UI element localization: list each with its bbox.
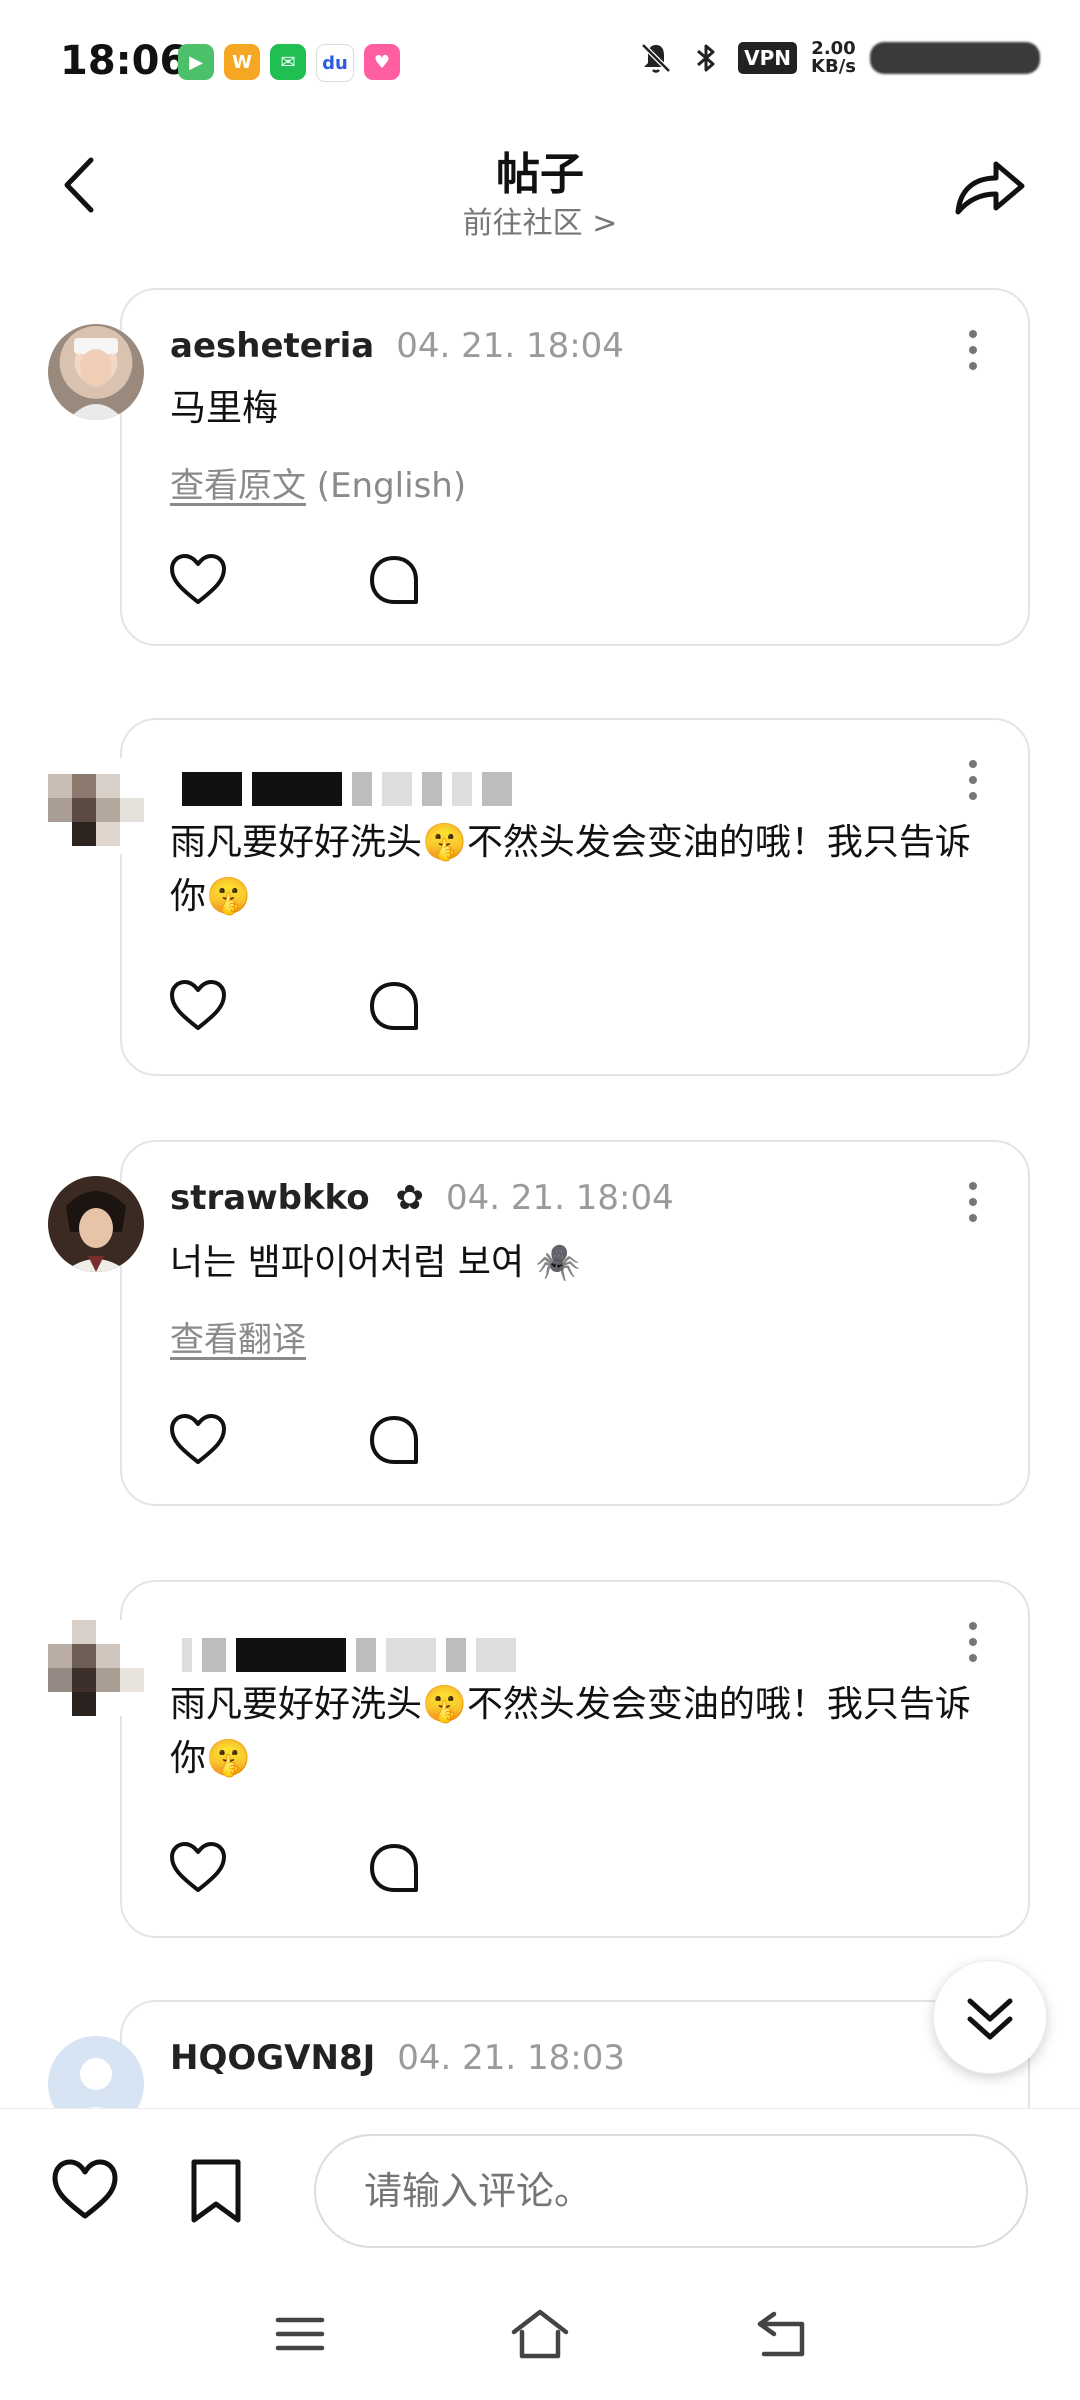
vertical-dots-icon <box>969 1182 977 1222</box>
comment-card: aesheteria 04. 21. 18:04 马里梅 查看原文 (Englis… <box>120 288 1030 646</box>
comment-card: strawbkko ✿ 04. 21. 18:04 너는 뱀파이어처럼 보여 🕷️… <box>120 1140 1030 1506</box>
baidu-icon: du <box>316 44 354 82</box>
comment-text: 马里梅 <box>170 388 279 429</box>
comment-user[interactable]: strawbkko ✿ 04. 21. 18:04 <box>170 1178 674 1218</box>
net-speed: 2.00 KB/s <box>811 40 856 76</box>
status-time: 18:06 <box>60 38 188 84</box>
comment-time: 04. 21. 18:03 <box>397 2038 625 2078</box>
community-link[interactable]: 前往社区 > <box>0 198 1080 242</box>
redacted-status-area <box>870 42 1040 74</box>
scroll-to-bottom-button[interactable] <box>933 1960 1047 2074</box>
comment-card: 雨凡要好好洗头🤫不然头发会变油的哦！我只告诉你🤫 <box>120 718 1030 1076</box>
page-title: 帖子 <box>496 149 584 200</box>
back-nav-button[interactable] <box>752 2306 812 2362</box>
comment-user[interactable]: aesheteria 04. 21. 18:04 <box>170 326 624 366</box>
translate-toggle[interactable]: 查看原文 (English) <box>170 458 466 507</box>
bluetooth-icon <box>688 40 724 76</box>
original-language: (English) <box>306 466 467 506</box>
video-app-icon: ▶ <box>178 44 214 80</box>
speech-bubble-icon <box>370 1844 418 1892</box>
comment-username[interactable]: HQOGVN8J <box>170 2038 375 2078</box>
comment-time: 04. 21. 18:04 <box>445 1178 674 1218</box>
more-options-button[interactable] <box>958 1618 988 1668</box>
translate-toggle[interactable]: 查看翻译 <box>170 1312 306 1361</box>
pink-app-icon: ♥ <box>364 44 400 80</box>
reply-button[interactable] <box>366 552 422 608</box>
like-button[interactable] <box>168 1412 228 1468</box>
speech-bubble-icon <box>370 556 418 604</box>
comment-user[interactable]: HQOGVN8J 04. 21. 18:03 <box>170 2038 625 2078</box>
menu-icon <box>275 2317 325 2351</box>
like-button[interactable] <box>168 978 228 1034</box>
more-options-button[interactable] <box>958 326 988 376</box>
comment-input[interactable] <box>314 2134 1028 2248</box>
status-bar: 18:06 ▶ W ✉ du ♥ VPN 2.00 KB/s <box>0 0 1080 120</box>
comment-item: HQOGVN8J 04. 21. 18:03 <box>0 2000 1080 2108</box>
avatar[interactable] <box>48 1176 144 1272</box>
pixelated-avatar <box>48 1620 144 1716</box>
comment-card: 雨凡要好好洗头🤫不然头发会变油的哦！我只告诉你🤫 <box>120 1580 1030 1938</box>
vertical-dots-icon <box>969 1622 977 1662</box>
weibo-icon: W <box>224 44 260 80</box>
comment-card: HQOGVN8J 04. 21. 18:03 <box>120 2000 1030 2108</box>
heart-icon <box>170 1414 226 1464</box>
comment-username[interactable]: strawbkko <box>170 1178 370 1218</box>
redacted-username <box>182 772 512 806</box>
view-translation-link[interactable]: 查看翻译 <box>170 1320 306 1360</box>
pixelated-avatar <box>48 774 144 846</box>
like-post-button[interactable] <box>50 2158 120 2222</box>
comment-item: 雨凡要好好洗头🤫不然头发会变油的哦！我只告诉你🤫 <box>0 1580 1080 1940</box>
redacted-username <box>182 1638 516 1672</box>
reply-button[interactable] <box>366 1412 422 1468</box>
more-options-button[interactable] <box>958 756 988 806</box>
comment-text: 雨凡要好好洗头🤫不然头发会变油的哦！我只告诉你🤫 <box>170 822 971 917</box>
avatar[interactable] <box>48 758 144 854</box>
vpn-badge: VPN <box>738 42 798 74</box>
vertical-dots-icon <box>969 760 977 800</box>
bookmark-icon <box>191 2159 241 2223</box>
comment-item: aesheteria 04. 21. 18:04 马里梅 查看原文 (Englis… <box>0 288 1080 648</box>
share-button[interactable] <box>950 152 1030 222</box>
status-indicators: VPN 2.00 KB/s <box>638 40 1040 76</box>
like-button[interactable] <box>168 1840 228 1896</box>
vertical-dots-icon <box>969 330 977 370</box>
avatar[interactable] <box>48 1620 144 1716</box>
back-arrow-icon <box>757 2311 805 2357</box>
speech-bubble-icon <box>370 1416 418 1464</box>
bookmark-button[interactable] <box>186 2158 246 2224</box>
heart-icon <box>170 554 226 604</box>
comment-item: strawbkko ✿ 04. 21. 18:04 너는 뱀파이어처럼 보여 🕷️… <box>0 1140 1080 1510</box>
speech-bubble-icon <box>370 982 418 1030</box>
comment-text: 너는 뱀파이어처럼 보여 🕷️ <box>170 1242 581 1283</box>
home-icon <box>511 2309 569 2359</box>
mute-icon <box>638 40 674 76</box>
flower-badge-icon: ✿ <box>395 1178 424 1218</box>
reply-button[interactable] <box>366 1840 422 1896</box>
notification-app-icons: ▶ W ✉ du ♥ <box>178 44 400 82</box>
like-button[interactable] <box>168 552 228 608</box>
comment-time: 04. 21. 18:04 <box>396 326 624 366</box>
comment-item: 雨凡要好好洗头🤫不然头发会变油的哦！我只告诉你🤫 <box>0 718 1080 1078</box>
comment-text: 雨凡要好好洗头🤫不然头发会变油的哦！我只告诉你🤫 <box>170 1684 971 1779</box>
reply-button[interactable] <box>366 978 422 1034</box>
comment-username[interactable]: aesheteria <box>170 326 374 366</box>
share-arrow-icon <box>955 161 1025 215</box>
view-original-link[interactable]: 查看原文 <box>170 466 306 506</box>
home-button[interactable] <box>510 2306 570 2362</box>
heart-icon <box>170 1842 226 1892</box>
double-chevron-down-icon <box>967 1998 1013 2040</box>
net-speed-unit: KB/s <box>811 56 856 77</box>
heart-icon <box>52 2159 118 2219</box>
wechat-icon: ✉ <box>270 44 306 80</box>
avatar[interactable] <box>48 324 144 420</box>
more-options-button[interactable] <box>958 1178 988 1228</box>
heart-icon <box>170 980 226 1030</box>
menu-button[interactable] <box>270 2306 330 2362</box>
